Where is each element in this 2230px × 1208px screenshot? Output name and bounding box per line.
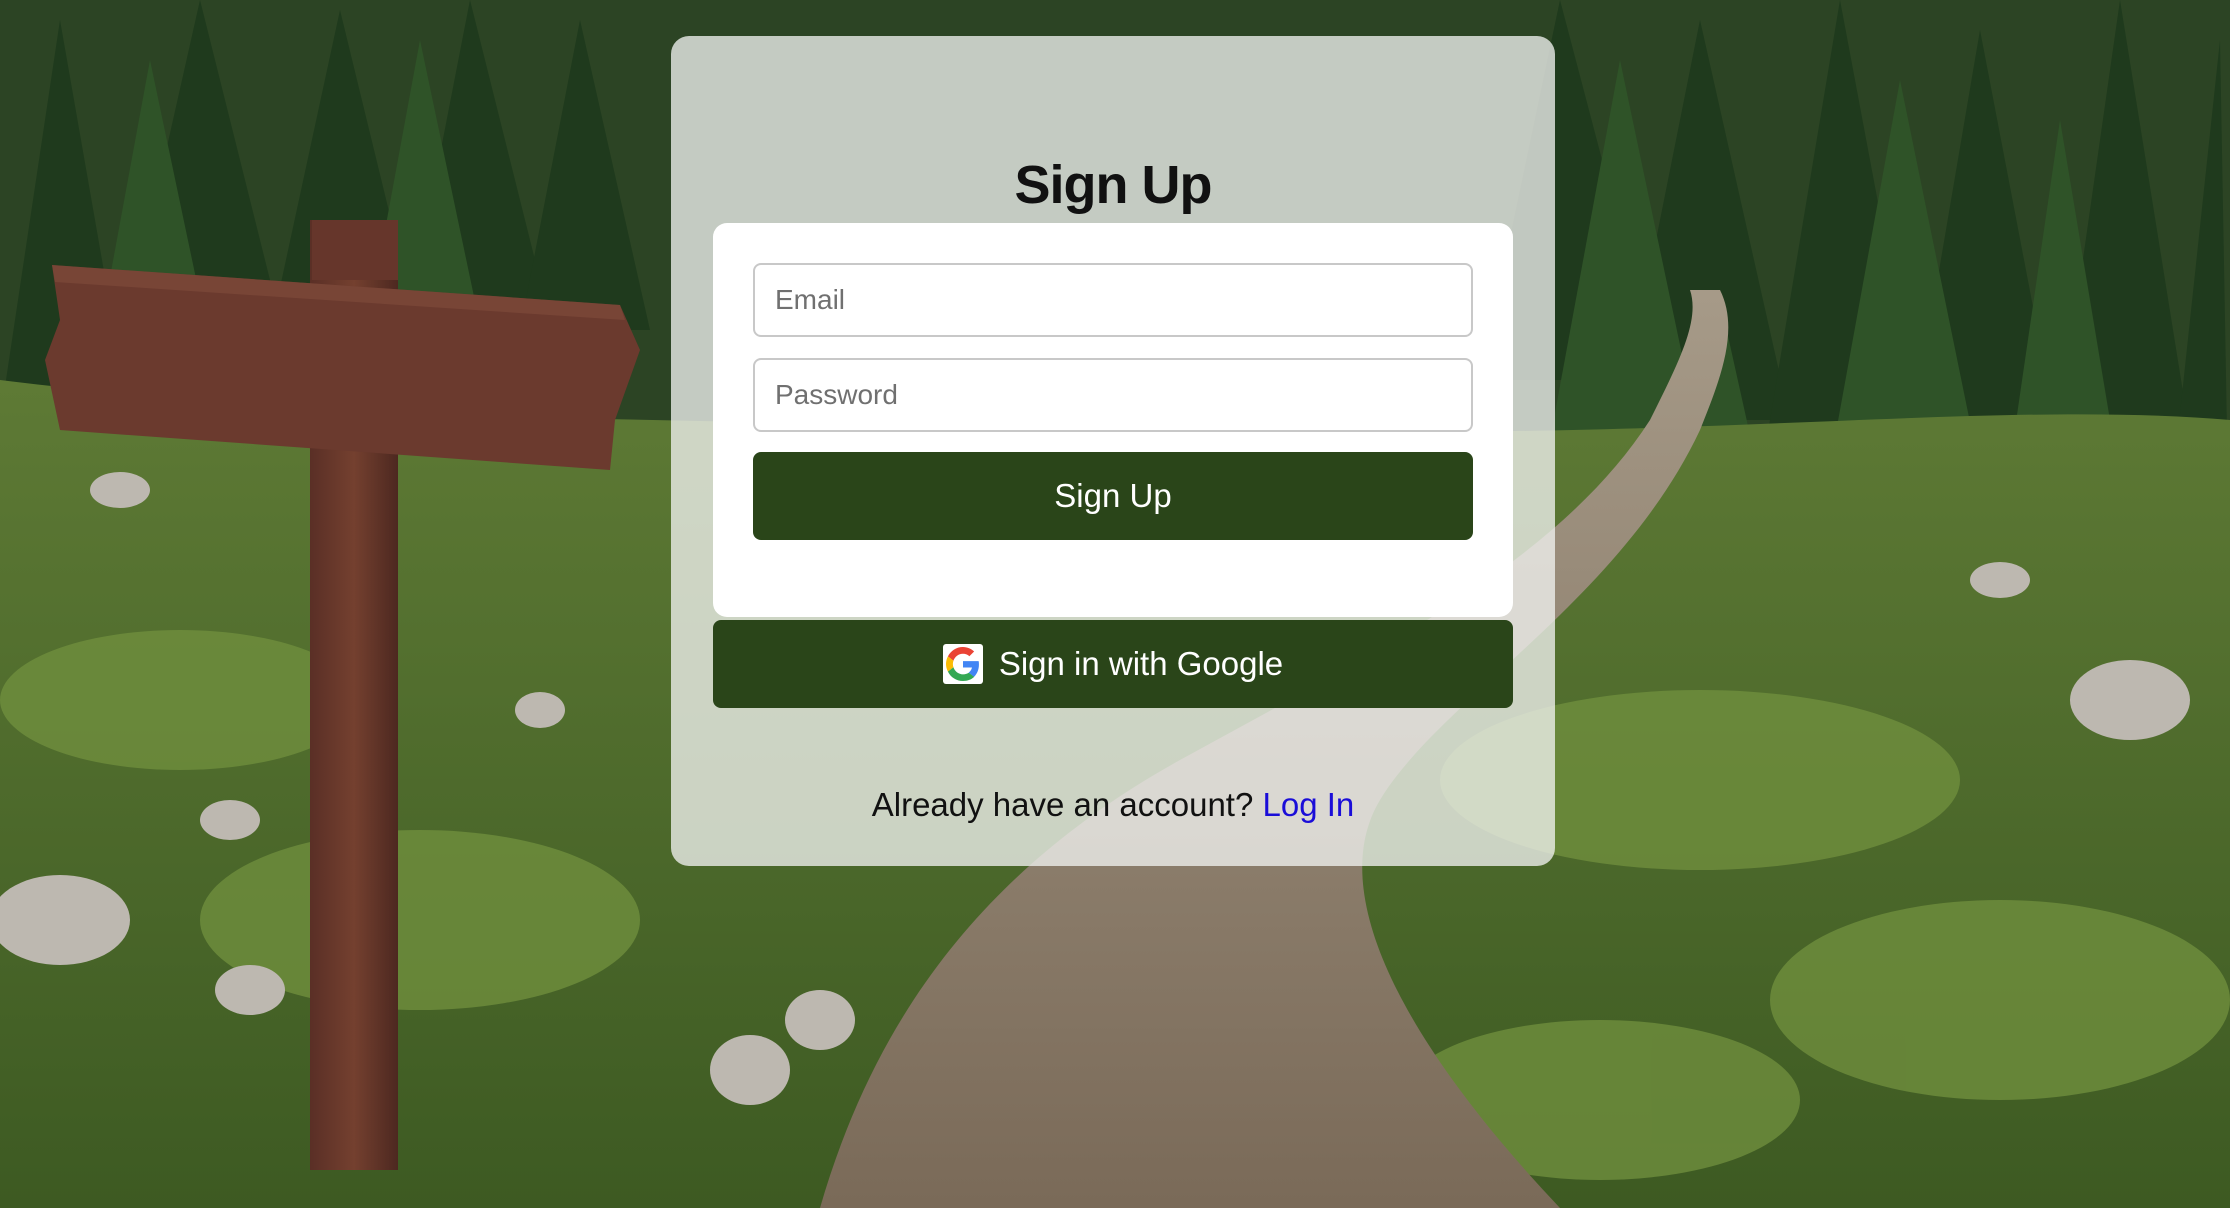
signup-form: Sign Up bbox=[713, 223, 1513, 617]
login-prompt: Already have an account? Log In bbox=[671, 786, 1555, 824]
password-field[interactable] bbox=[753, 358, 1473, 432]
page-title: Sign Up bbox=[1014, 155, 1213, 215]
google-button-label: Sign in with Google bbox=[998, 645, 1284, 682]
google-g-icon bbox=[942, 644, 983, 684]
signup-card: Sign Up Sign Up Sign in with Google Alre… bbox=[671, 36, 1555, 866]
login-prompt-text: Already have an account? bbox=[871, 786, 1254, 823]
email-field[interactable] bbox=[753, 263, 1473, 337]
google-sign-in-button[interactable]: Sign in with Google bbox=[713, 620, 1513, 708]
sign-up-button[interactable]: Sign Up bbox=[753, 452, 1473, 540]
log-in-link[interactable]: Log In bbox=[1263, 786, 1355, 823]
